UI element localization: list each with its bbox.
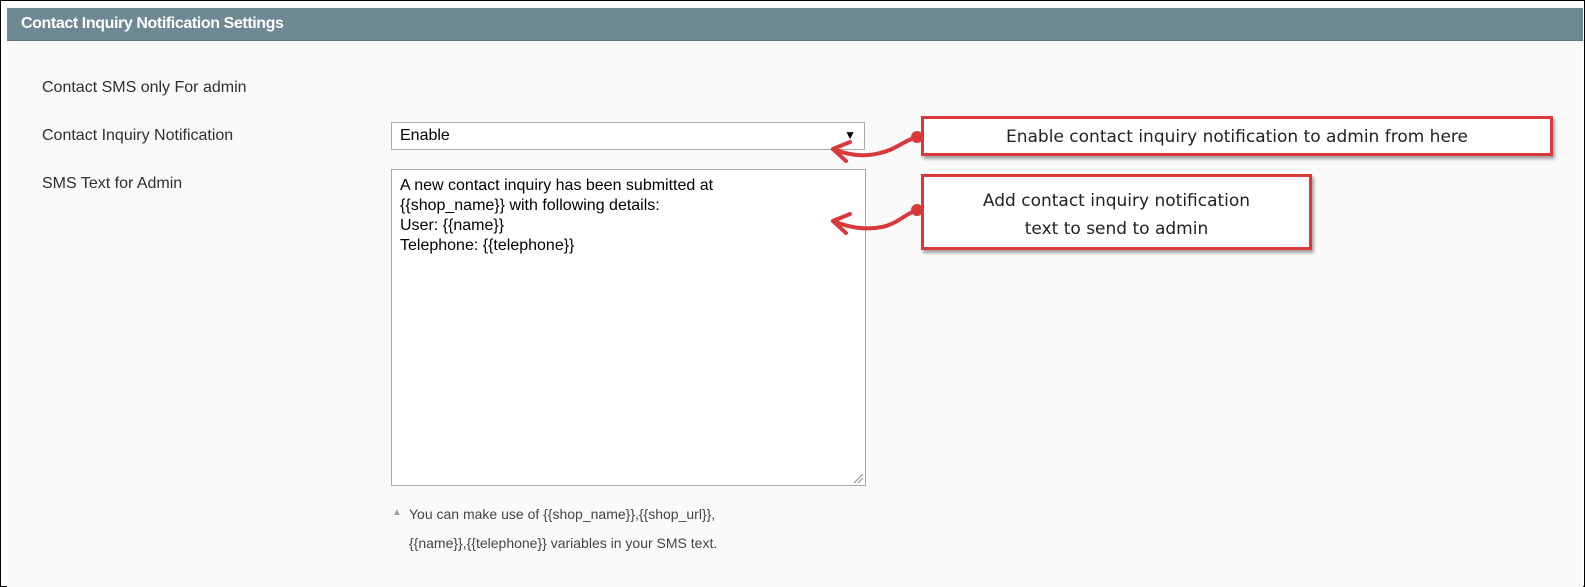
callout-2-line-2: text to send to admin <box>1024 219 1209 239</box>
callout-arrow-1 <box>831 131 923 163</box>
callout-enable-notification: Enable contact inquiry notification to a… <box>921 116 1553 156</box>
callout-sms-text: Add contact inquiry notification text to… <box>921 174 1312 250</box>
callout-1-text: Enable contact inquiry notification to a… <box>1006 127 1468 147</box>
callout-arrow-2 <box>831 204 923 235</box>
annotation-arrows <box>831 131 923 235</box>
callout-2-line-1: Add contact inquiry notification <box>982 191 1251 211</box>
